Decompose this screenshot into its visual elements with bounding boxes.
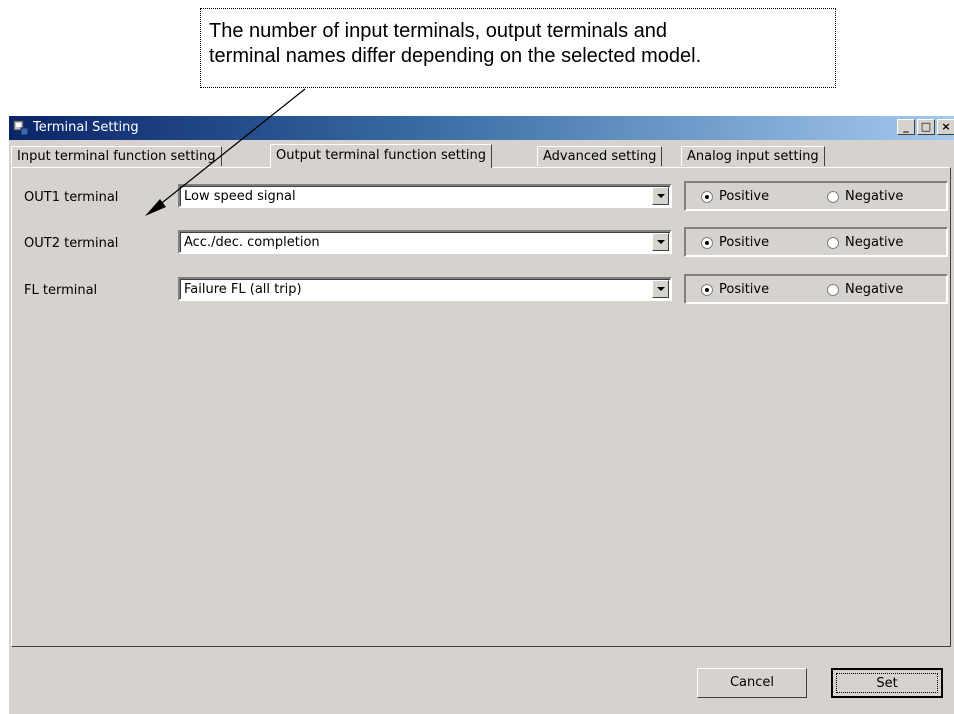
terminal-row-out2: OUT2 terminal Acc./dec. completion Posit… [12,225,952,261]
minimize-button[interactable]: _ [897,119,915,135]
negative-radio-label: Negative [845,282,904,297]
callout-line-2: terminal names differ depending on the s… [209,45,702,67]
positive-radio-label: Positive [719,189,770,204]
tab-output-terminal-function-setting[interactable]: Output terminal function setting [270,144,493,168]
polarity-group: Positive Negative [684,181,948,211]
radio-dot-icon [701,190,713,203]
negative-radio-label: Negative [845,189,904,204]
negative-radio[interactable]: Negative [827,235,903,250]
radio-dot-icon [701,283,713,296]
negative-radio[interactable]: Negative [827,282,903,297]
positive-radio-label: Positive [719,235,770,250]
positive-radio[interactable]: Positive [701,282,769,297]
title-bar[interactable]: Terminal Setting _ □ × [9,116,954,140]
radio-dot-icon [827,190,839,203]
radio-dot-icon [827,236,839,249]
callout-line-1: The number of input terminals, output te… [209,20,668,42]
focus-rectangle [836,673,938,693]
dropdown-arrow-icon[interactable] [652,187,669,205]
dropdown-arrow-icon[interactable] [652,280,669,298]
radio-dot-icon [827,283,839,296]
polarity-group: Positive Negative [684,227,948,257]
negative-radio[interactable]: Negative [827,189,903,204]
terminal-setting-window: Terminal Setting _ □ × Input terminal fu… [8,116,954,714]
function-select-value: Low speed signal [184,189,296,204]
function-select-value: Failure FL (all trip) [184,282,302,297]
radio-dot-icon [701,236,713,249]
set-button[interactable]: Set [831,668,943,698]
positive-radio[interactable]: Positive [701,189,769,204]
terminal-label: OUT1 terminal [24,190,119,205]
tab-input-terminal-function-setting[interactable]: Input terminal function setting [11,146,222,166]
terminal-label: FL terminal [24,283,98,298]
tab-strip: Input terminal function setting Output t… [11,144,951,168]
function-select-value: Acc./dec. completion [184,235,320,250]
dropdown-arrow-icon[interactable] [652,233,669,251]
terminal-label: OUT2 terminal [24,236,119,251]
close-button[interactable]: × [937,119,954,135]
function-select[interactable]: Acc./dec. completion [178,230,672,254]
terminal-row-out1: OUT1 terminal Low speed signal Positive … [12,179,952,215]
annotation-callout: The number of input terminals, output te… [200,8,836,88]
positive-radio-label: Positive [719,282,770,297]
function-select[interactable]: Failure FL (all trip) [178,277,672,301]
window-title: Terminal Setting [33,120,139,135]
polarity-group: Positive Negative [684,274,948,304]
negative-radio-label: Negative [845,235,904,250]
app-icon [13,120,29,136]
cancel-button[interactable]: Cancel [697,668,807,698]
tab-analog-input-setting[interactable]: Analog input setting [681,146,825,166]
function-select[interactable]: Low speed signal [178,184,672,208]
positive-radio[interactable]: Positive [701,235,769,250]
maximize-button[interactable]: □ [917,119,935,135]
terminal-row-fl: FL terminal Failure FL (all trip) Positi… [12,272,952,308]
output-terminal-panel: OUT1 terminal Low speed signal Positive … [11,167,951,647]
tab-advanced-setting[interactable]: Advanced setting [537,146,663,166]
